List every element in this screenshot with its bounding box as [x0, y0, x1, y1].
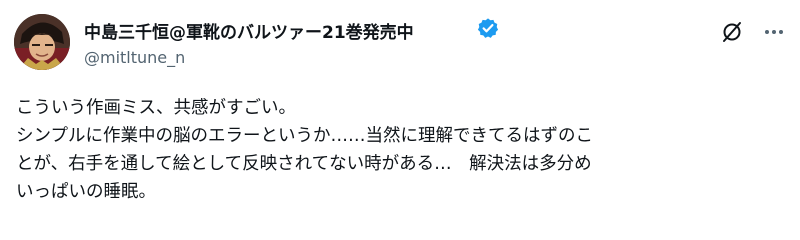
- verified-badge-icon: [477, 18, 499, 38]
- more-options-icon[interactable]: [762, 22, 786, 42]
- author-handle[interactable]: @mitltune_n: [84, 48, 185, 67]
- tweet-line-1: こういう作画ミス、共感がすごい。: [16, 98, 296, 118]
- user-avatar[interactable]: [14, 14, 70, 70]
- avatar-illustration-icon: [14, 14, 70, 70]
- author-display-name[interactable]: 中島三千恒@軍靴のバルツァー21巻発売中: [84, 18, 414, 43]
- tweet-text: こういう作画ミス、共感がすごい。 シンプルに作業中の脳のエラーというか……当然に…: [16, 94, 791, 206]
- tweet-line-2: シンプルに作業中の脳のエラーというか……当然に理解できてるはずのこ: [16, 126, 593, 146]
- slash-circle-icon[interactable]: [720, 20, 744, 44]
- tweet-line-3: とが、右手を通して絵として反映されてない時がある… 解決法は多分め: [16, 154, 592, 174]
- tweet-line-4: いっぱいの睡眠。: [16, 182, 156, 202]
